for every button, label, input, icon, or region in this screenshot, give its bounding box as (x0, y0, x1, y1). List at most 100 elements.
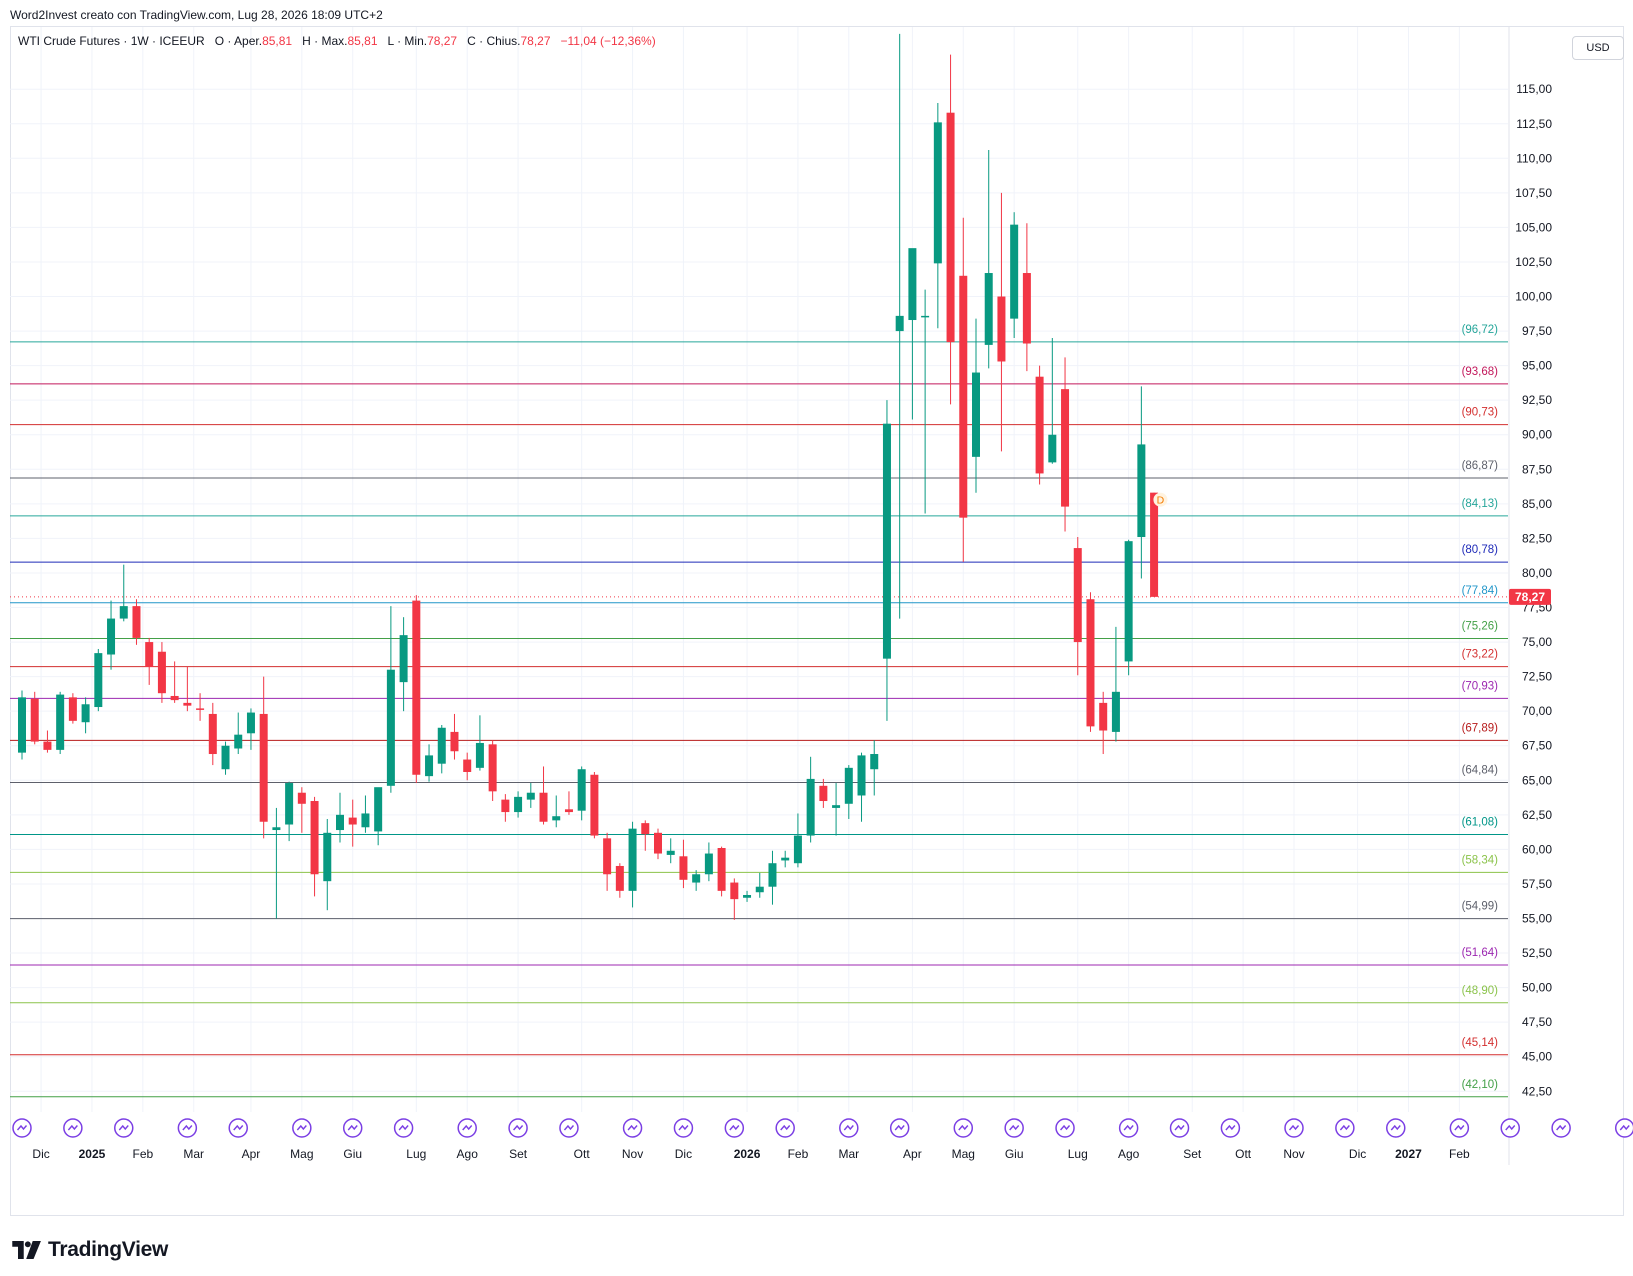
legend-open-value: 85,81 (262, 34, 293, 48)
y-tick-label: 97,50 (1522, 324, 1552, 338)
event-marker-icon[interactable] (724, 1118, 745, 1138)
y-tick-label: 107,50 (1515, 186, 1552, 200)
event-marker-icon[interactable] (1118, 1118, 1139, 1138)
event-marker-icon[interactable] (839, 1118, 859, 1138)
candle-body (641, 823, 650, 835)
event-marker-icon[interactable] (114, 1118, 134, 1138)
candle-up (323, 818, 332, 911)
candle-down (157, 642, 166, 703)
candle-up (806, 756, 815, 843)
event-marker-icon[interactable] (1335, 1118, 1355, 1138)
candle-up (908, 248, 917, 420)
candlestick-chart[interactable]: 42,50 45,00 47,50 50,00 52,50 55,00 57,50 60,00… (0, 0, 1633, 1276)
y-tick-label: 50,00 (1522, 981, 1552, 995)
event-marker-icon[interactable] (1220, 1118, 1241, 1138)
event-marker-icon[interactable] (1551, 1118, 1571, 1138)
candle-body (768, 863, 777, 887)
candle-body (297, 792, 306, 804)
candle-down (730, 878, 739, 920)
y-tick-label: 70,00 (1522, 704, 1552, 718)
candle-body (475, 742, 484, 768)
candle-up (399, 617, 408, 712)
candle-up (692, 870, 701, 891)
candle-down (145, 637, 154, 685)
candle-body (564, 809, 573, 813)
event-marker-icon[interactable] (673, 1118, 694, 1138)
event-marker-icon[interactable] (177, 1118, 198, 1138)
candle-body (234, 734, 243, 749)
x-tick-label: Nov (1283, 1147, 1304, 1161)
candle-body (56, 694, 65, 750)
event-marker-icon[interactable] (1004, 1118, 1024, 1138)
x-tick-label: Feb (132, 1147, 153, 1161)
event-marker-icon[interactable] (1055, 1118, 1075, 1138)
candle-up (107, 600, 116, 670)
event-marker-icon[interactable] (1500, 1118, 1520, 1138)
level-label: (64,84) (1462, 764, 1499, 776)
level-label: (48,90) (1462, 985, 1499, 997)
event-marker-icon[interactable] (889, 1118, 910, 1138)
event-marker-icon[interactable] (63, 1118, 83, 1138)
level-label: (61,08) (1462, 816, 1499, 828)
y-tick-label: 62,50 (1522, 808, 1552, 822)
candle-up (221, 741, 230, 775)
candle-body (386, 669, 395, 786)
candle-body (806, 778, 815, 836)
candle-up (870, 740, 879, 796)
candle-down (463, 752, 472, 781)
event-marker-icon[interactable] (292, 1118, 312, 1138)
candle-body (704, 853, 713, 875)
event-marker-icon[interactable] (1449, 1118, 1470, 1138)
x-tick-label: 2027 (1395, 1147, 1422, 1161)
event-marker-icon[interactable] (1284, 1118, 1304, 1138)
x-tick-label: Feb (1449, 1147, 1470, 1161)
level-label: (75,26) (1462, 620, 1499, 632)
candle-body (832, 805, 841, 808)
candle-up (704, 842, 713, 882)
candle-up (1048, 337, 1057, 464)
level-label: (86,87) (1462, 460, 1499, 472)
candle-body (221, 745, 230, 770)
candle-body (615, 865, 624, 891)
candle-up (272, 807, 281, 919)
event-marker-icon[interactable] (1614, 1118, 1633, 1138)
y-tick-label: 60,00 (1522, 842, 1552, 856)
event-marker-icon[interactable] (457, 1118, 477, 1138)
y-tick-label: 85,00 (1522, 497, 1552, 511)
event-marker-ring (1614, 1118, 1633, 1138)
candle-body (1086, 599, 1095, 727)
candle-body (107, 618, 116, 655)
event-marker-icon[interactable] (12, 1118, 32, 1138)
currency-button[interactable]: USD (1572, 36, 1624, 60)
y-tick-label: 57,50 (1522, 877, 1552, 891)
legend-symbol[interactable]: WTI Crude Futures · 1W · ICEEUR (18, 34, 205, 48)
level-label: (90,73) (1462, 407, 1499, 419)
event-marker-icon[interactable] (775, 1118, 795, 1138)
candle-up (844, 765, 853, 819)
candle-body (259, 713, 268, 822)
level-label: (77,84) (1462, 585, 1499, 597)
candle-up (56, 691, 65, 755)
legend-open-label: O · Aper. (214, 34, 263, 48)
candle-down (259, 676, 268, 839)
candle-body (1111, 691, 1120, 732)
event-marker-icon[interactable] (1169, 1118, 1190, 1138)
event-marker-icon[interactable] (508, 1118, 528, 1138)
candle-body (755, 886, 764, 893)
candle-down (615, 863, 624, 898)
candle-body (1061, 389, 1070, 507)
x-tick-label: Lug (1068, 1147, 1088, 1161)
event-marker-icon[interactable] (342, 1118, 363, 1138)
candle-body (882, 423, 891, 659)
event-marker-icon[interactable] (228, 1118, 248, 1138)
candle-up (437, 724, 446, 774)
event-marker-icon[interactable] (622, 1118, 643, 1138)
x-tick-label: Ott (574, 1147, 591, 1161)
event-marker-icon[interactable] (393, 1118, 414, 1138)
event-marker-icon[interactable] (1386, 1118, 1406, 1138)
candle-body (628, 828, 637, 891)
tradingview-logo[interactable]: TradingView (12, 1238, 168, 1262)
event-marker-icon[interactable] (559, 1118, 579, 1138)
x-tick-label: Set (509, 1147, 528, 1161)
event-marker-icon[interactable] (953, 1118, 974, 1138)
